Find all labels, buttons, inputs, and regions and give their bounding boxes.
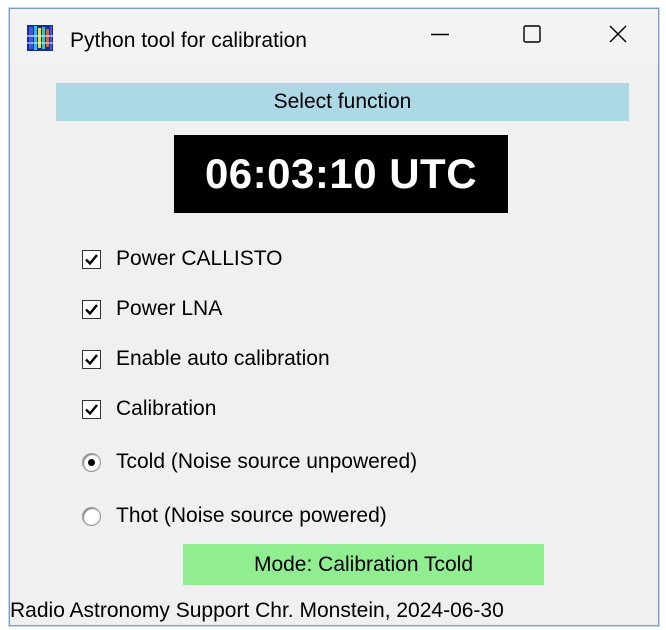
app-window: Python tool for calibration Select funct… xyxy=(9,8,659,626)
tcold-radio[interactable]: Tcold (Noise source unpowered) xyxy=(82,447,417,477)
power-callisto-checkbox[interactable]: Power CALLISTO xyxy=(82,244,283,274)
radio-button[interactable] xyxy=(82,506,101,526)
radio-label: Tcold (Noise source unpowered) xyxy=(116,450,418,473)
checkmark-icon xyxy=(85,303,98,315)
minimize-icon xyxy=(430,24,450,49)
minimize-button[interactable] xyxy=(394,9,486,64)
checkmark-icon xyxy=(85,353,98,365)
title-bar[interactable]: Python tool for calibration xyxy=(10,9,658,64)
select-function-label: Select function xyxy=(56,83,629,121)
thot-radio[interactable]: Thot (Noise source powered) xyxy=(82,501,387,531)
checkbox-box[interactable] xyxy=(82,399,101,419)
checkbox-label: Enable auto calibration xyxy=(116,347,330,370)
checkbox-label: Power LNA xyxy=(116,297,223,320)
enable-auto-calibration-checkbox[interactable]: Enable auto calibration xyxy=(82,344,330,374)
power-lna-checkbox[interactable]: Power LNA xyxy=(82,294,222,324)
footer-credit: Radio Astronomy Support Chr. Monstein, 2… xyxy=(10,599,504,622)
spectrogram-icon xyxy=(27,25,53,51)
checkbox-label: Power CALLISTO xyxy=(116,247,283,270)
close-icon xyxy=(608,24,628,49)
window-title: Python tool for calibration xyxy=(70,29,307,52)
close-button[interactable] xyxy=(578,9,658,64)
checkmark-icon xyxy=(85,403,98,415)
maximize-button[interactable] xyxy=(486,9,578,64)
checkmark-icon xyxy=(85,253,98,265)
radio-label: Thot (Noise source powered) xyxy=(116,504,387,527)
checkbox-box[interactable] xyxy=(82,249,101,269)
calibration-checkbox[interactable]: Calibration xyxy=(82,394,216,424)
maximize-icon xyxy=(522,24,542,49)
mode-status-label: Mode: Calibration Tcold xyxy=(183,544,544,585)
checkbox-box[interactable] xyxy=(82,349,101,369)
checkbox-label: Calibration xyxy=(116,397,217,420)
utc-clock-display: 06:03:10 UTC xyxy=(174,135,508,213)
checkbox-box[interactable] xyxy=(82,299,101,319)
radio-button[interactable] xyxy=(82,452,101,472)
radio-selected-dot xyxy=(88,458,95,466)
